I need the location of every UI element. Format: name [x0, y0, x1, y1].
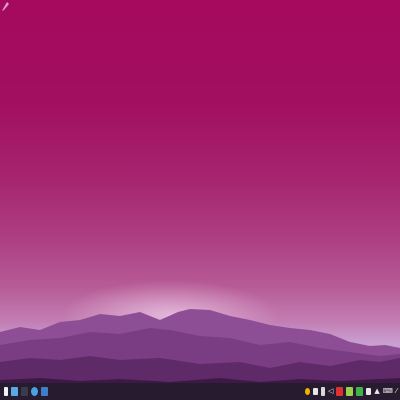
desktop[interactable]: ◁ ▲ ⌨ ⁄ — [0, 0, 400, 400]
network-icon[interactable] — [346, 387, 354, 396]
notification-icon[interactable] — [304, 388, 310, 395]
terminal-icon[interactable] — [21, 387, 28, 396]
launcher-area — [0, 387, 48, 396]
file-manager-icon[interactable] — [11, 387, 18, 396]
launcher-icon[interactable] — [4, 387, 8, 396]
pen-icon[interactable] — [2, 2, 10, 12]
system-tray: ◁ ▲ ⌨ ⁄ — [304, 387, 400, 396]
updates-icon[interactable] — [356, 387, 364, 396]
show-desktop-icon[interactable]: ⁄ — [396, 387, 397, 396]
browser-icon[interactable] — [31, 387, 38, 396]
volume-icon[interactable]: ◁ — [328, 387, 333, 396]
record-icon[interactable] — [336, 387, 344, 396]
tray-expand-icon[interactable]: ▲ — [374, 387, 379, 396]
taskbar: ◁ ▲ ⌨ ⁄ — [0, 383, 400, 400]
settings-icon[interactable] — [41, 387, 48, 396]
keyboard-layout-icon[interactable]: ⌨ — [383, 387, 393, 396]
battery-icon[interactable] — [320, 387, 325, 396]
clipboard-icon[interactable] — [366, 388, 372, 395]
document-icon[interactable] — [312, 388, 318, 395]
